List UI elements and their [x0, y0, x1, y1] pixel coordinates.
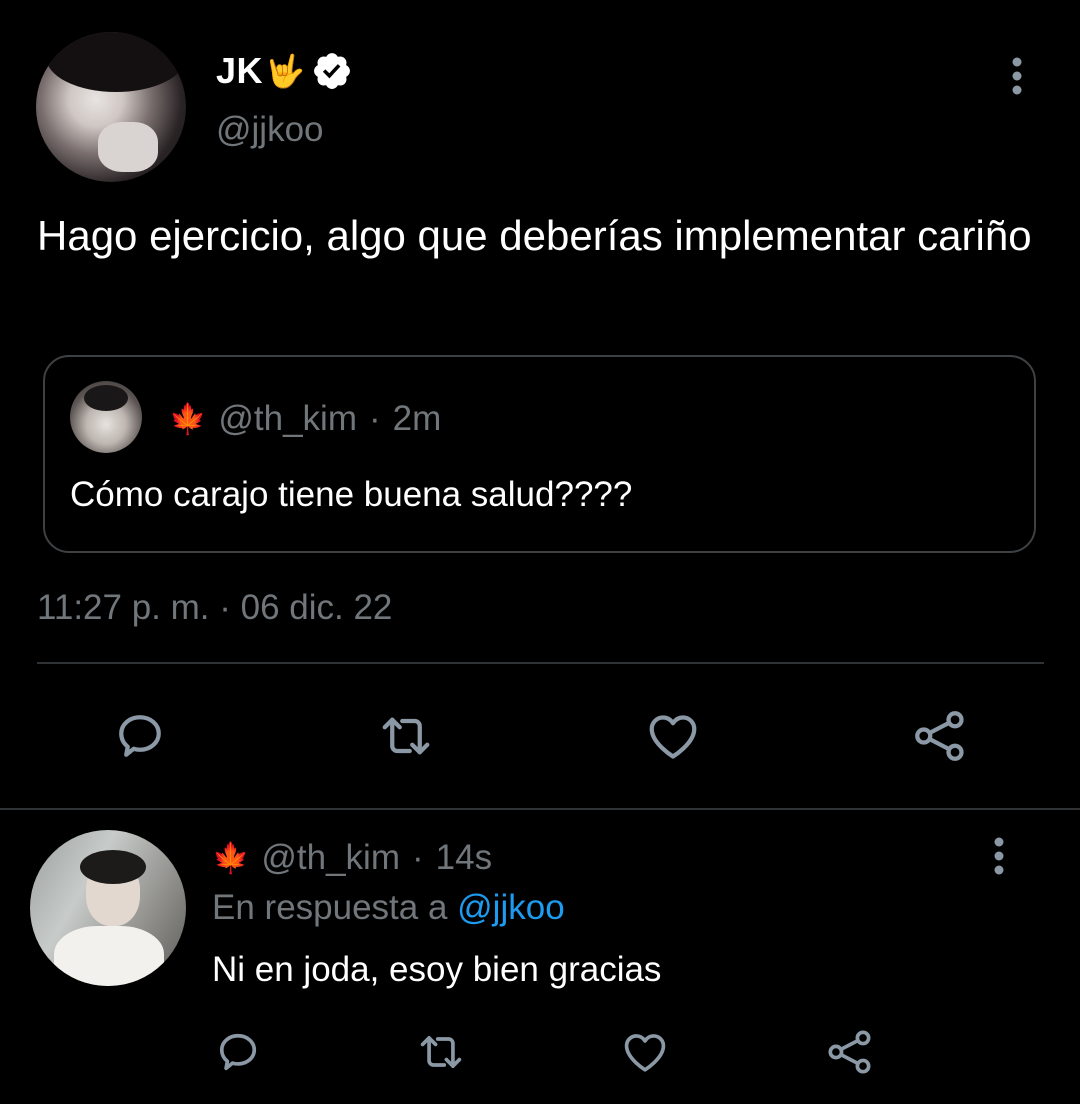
like-icon	[624, 1034, 666, 1072]
display-name: JK	[216, 50, 264, 91]
tweet-actions	[0, 700, 1080, 772]
reply-handle[interactable]: @th_kim	[261, 838, 400, 878]
tweet-timestamp[interactable]: 11:27 p. m. · 06 dic. 22	[37, 588, 392, 628]
author-avatar[interactable]	[36, 32, 186, 182]
reply-author-avatar[interactable]	[30, 830, 186, 986]
quoted-time: 2m	[392, 399, 442, 438]
retweet-button[interactable]	[409, 1020, 473, 1084]
quoted-handle: @th_kim	[218, 399, 357, 438]
share-icon	[828, 1030, 871, 1074]
reply-time: 14s	[435, 838, 493, 877]
author-handle[interactable]: @jjkoo	[216, 110, 324, 150]
share-button[interactable]	[818, 1020, 882, 1084]
quoted-header: 🍁 @th_kim · 2m	[169, 399, 441, 439]
replying-to-link[interactable]: @jjkoo	[457, 888, 565, 927]
reply-icon	[119, 715, 161, 757]
maple-leaf-emoji: 🍁	[169, 402, 207, 436]
share-button[interactable]	[904, 700, 976, 772]
quoted-text: Cómo carajo tiene buena salud????	[70, 475, 633, 514]
divider	[37, 662, 1044, 664]
like-button[interactable]	[637, 700, 709, 772]
retweet-button[interactable]	[370, 700, 442, 772]
reply-button[interactable]	[206, 1020, 270, 1084]
like-icon	[649, 715, 697, 759]
reply-text: Ni en joda, esoy bien gracias	[212, 950, 662, 989]
main-tweet: JK 🤟 @jjkoo Hago ejercicio, algo que deb…	[0, 0, 1080, 808]
reply-button[interactable]	[104, 700, 176, 772]
more-options-icon[interactable]	[1000, 56, 1034, 96]
like-button[interactable]	[613, 1020, 677, 1084]
quoted-tweet[interactable]: 🍁 @th_kim · 2m Cómo carajo tiene buena s…	[43, 355, 1036, 553]
replying-to: En respuesta a @jjkoo	[212, 888, 565, 928]
share-icon	[915, 711, 964, 761]
separator-dot: ·	[368, 399, 381, 438]
separator-dot: ·	[411, 838, 424, 877]
replying-to-label: En respuesta a	[212, 888, 458, 927]
reply-icon	[219, 1033, 257, 1071]
verified-badge-icon	[313, 53, 350, 89]
reply-actions	[0, 1020, 1080, 1084]
quoted-avatar	[70, 381, 142, 453]
maple-leaf-emoji: 🍁	[212, 841, 250, 875]
tweet-text: Hago ejercicio, algo que deberías implem…	[37, 212, 1032, 259]
reply-header: 🍁 @th_kim · 14s	[212, 838, 492, 878]
rock-hand-emoji: 🤟	[265, 53, 305, 89]
author-name-row[interactable]: JK 🤟	[216, 48, 353, 94]
retweet-icon	[420, 1036, 462, 1068]
reply-tweet[interactable]: 🍁 @th_kim · 14s En respuesta a @jjkoo Ni…	[0, 810, 1080, 1104]
more-options-icon[interactable]	[982, 836, 1016, 876]
retweet-icon	[382, 717, 430, 755]
